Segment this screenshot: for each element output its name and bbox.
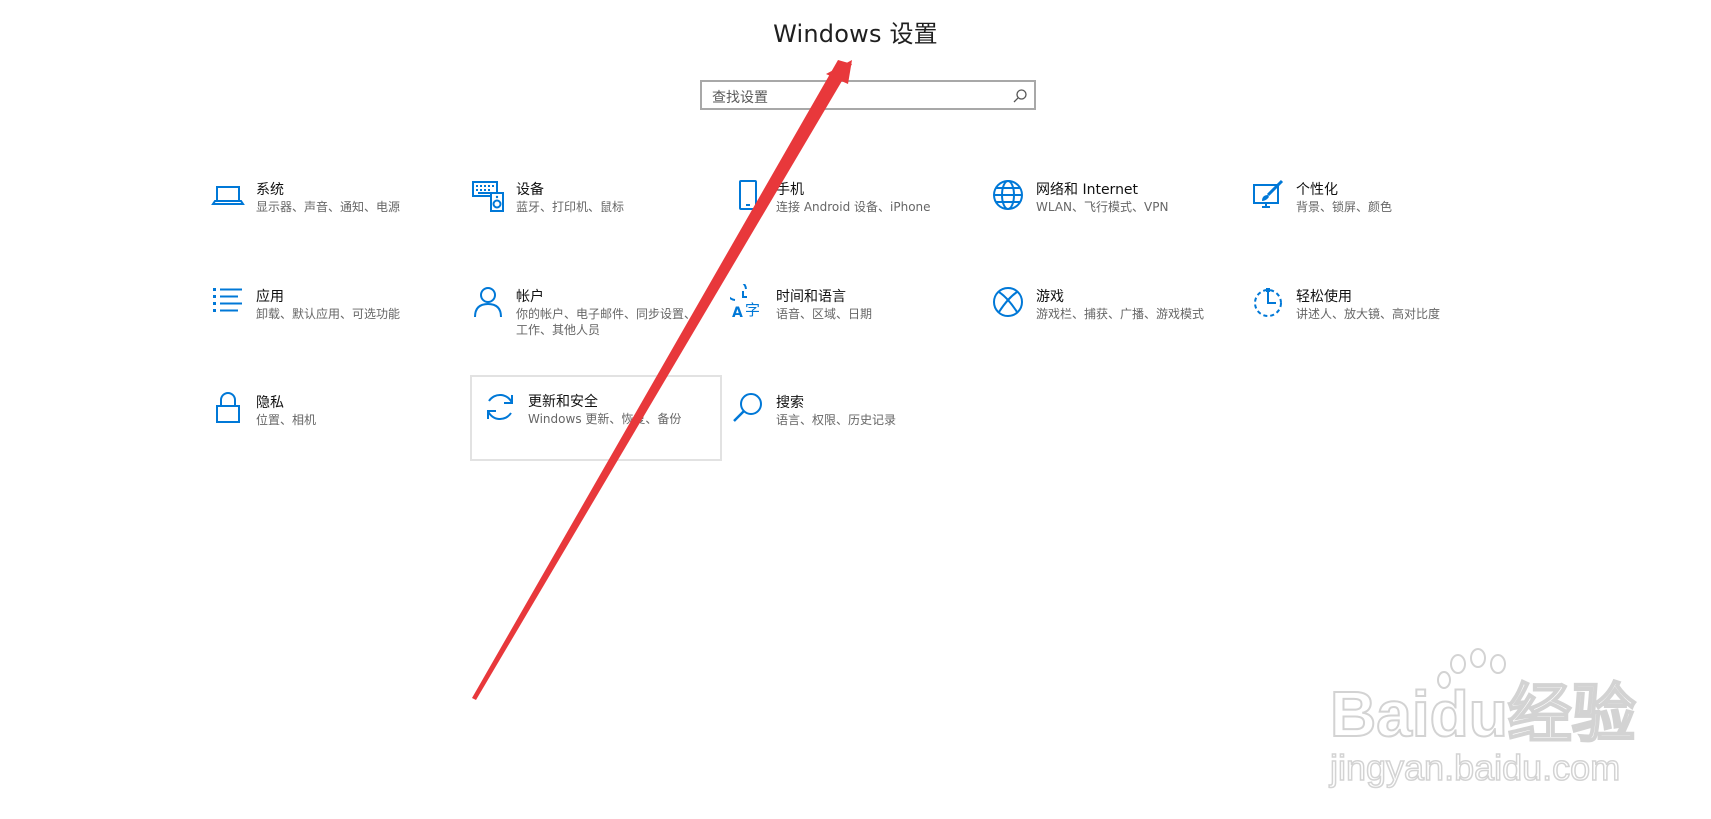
- tile-name: 游戏: [1036, 289, 1064, 305]
- globe-icon: [993, 180, 1023, 210]
- baidu-jingyan-watermark: Baidu经验 jingyan.baidu.com: [1328, 648, 1637, 789]
- tile-description: Windows 更新、恢复、备份: [528, 412, 682, 426]
- search-box[interactable]: 查找设置: [700, 80, 1036, 110]
- tile-apps[interactable]: 应用 卸载、默认应用、可选功能: [200, 272, 452, 358]
- search-icon[interactable]: [1012, 88, 1028, 104]
- person-icon: [474, 287, 502, 318]
- tile-name: 轻松使用: [1296, 289, 1352, 305]
- tile-personalization[interactable]: 个性化 背景、锁屏、颜色: [1240, 165, 1492, 251]
- tile-description: 显示器、声音、通知、电源: [256, 200, 401, 214]
- tile-name: 个性化: [1296, 182, 1338, 198]
- tile-description: 连接 Android 设备、iPhone: [776, 200, 931, 214]
- laptop-icon: [211, 186, 245, 205]
- tile-phone[interactable]: 手机 连接 Android 设备、iPhone: [720, 165, 972, 251]
- sync-icon: [487, 394, 513, 420]
- tile-description: 你的帐户、电子邮件、同步设置、工作、其他人员: [516, 307, 697, 337]
- page-title: Windows 设置: [773, 20, 938, 48]
- tile-description: 位置、相机: [256, 413, 317, 427]
- tile-name: 应用: [256, 289, 284, 305]
- lock-icon: [216, 392, 240, 423]
- watermark-brand: Baidu经验: [1330, 678, 1636, 750]
- tile-name: 手机: [776, 182, 804, 198]
- app-list-icon: [213, 288, 242, 312]
- time-language-icon: A 字: [730, 284, 760, 320]
- svg-text:字: 字: [745, 301, 760, 319]
- search-magnifier-icon: [733, 393, 762, 422]
- tile-gaming[interactable]: 游戏 游戏栏、捕获、广播、游戏模式: [980, 272, 1232, 358]
- search-input[interactable]: 查找设置: [712, 87, 768, 107]
- tile-time-language[interactable]: A 字 时间和语言 语音、区域、日期: [720, 272, 972, 358]
- tile-description: 背景、锁屏、颜色: [1296, 200, 1393, 214]
- tile-description: 卸载、默认应用、可选功能: [256, 307, 401, 321]
- phone-icon: [739, 180, 757, 210]
- tile-name: 搜索: [776, 395, 804, 411]
- paint-brush-icon: [1253, 179, 1284, 208]
- tile-name: 网络和 Internet: [1036, 182, 1139, 198]
- xbox-icon: [993, 287, 1023, 317]
- tile-description: WLAN、飞行模式、VPN: [1036, 200, 1169, 214]
- tile-description: 游戏栏、捕获、广播、游戏模式: [1036, 307, 1205, 321]
- tile-system[interactable]: 系统 显示器、声音、通知、电源: [200, 165, 452, 251]
- tile-description: 讲述人、放大镜、高对比度: [1296, 307, 1441, 321]
- tile-accounts[interactable]: 帐户 你的帐户、电子邮件、同步设置、工作、其他人员: [460, 272, 712, 358]
- tile-search[interactable]: 搜索 语言、权限、历史记录: [720, 378, 972, 464]
- ease-of-access-icon: [1254, 288, 1282, 317]
- keyboard-speaker-icon: [472, 181, 504, 212]
- tile-name: 隐私: [256, 395, 284, 411]
- tile-name: 时间和语言: [776, 289, 846, 305]
- tile-privacy[interactable]: 隐私 位置、相机: [200, 378, 452, 464]
- tile-name: 系统: [256, 182, 284, 198]
- tile-description: 蓝牙、打印机、鼠标: [516, 200, 625, 214]
- tile-description: 语言、权限、历史记录: [776, 413, 897, 427]
- tile-name: 设备: [516, 182, 544, 198]
- tile-network[interactable]: 网络和 Internet WLAN、飞行模式、VPN: [980, 165, 1232, 251]
- tile-name: 帐户: [516, 289, 544, 305]
- tile-name: 更新和安全: [528, 394, 598, 410]
- tile-ease-of-access[interactable]: 轻松使用 讲述人、放大镜、高对比度: [1240, 272, 1492, 358]
- tile-devices[interactable]: 设备 蓝牙、打印机、鼠标: [460, 165, 712, 251]
- watermark-url: jingyan.baidu.com: [1329, 747, 1620, 788]
- svg-text:A: A: [732, 305, 743, 320]
- tile-description: 语音、区域、日期: [776, 307, 873, 321]
- tile-update-security[interactable]: 更新和安全 Windows 更新、恢复、备份: [470, 375, 722, 461]
